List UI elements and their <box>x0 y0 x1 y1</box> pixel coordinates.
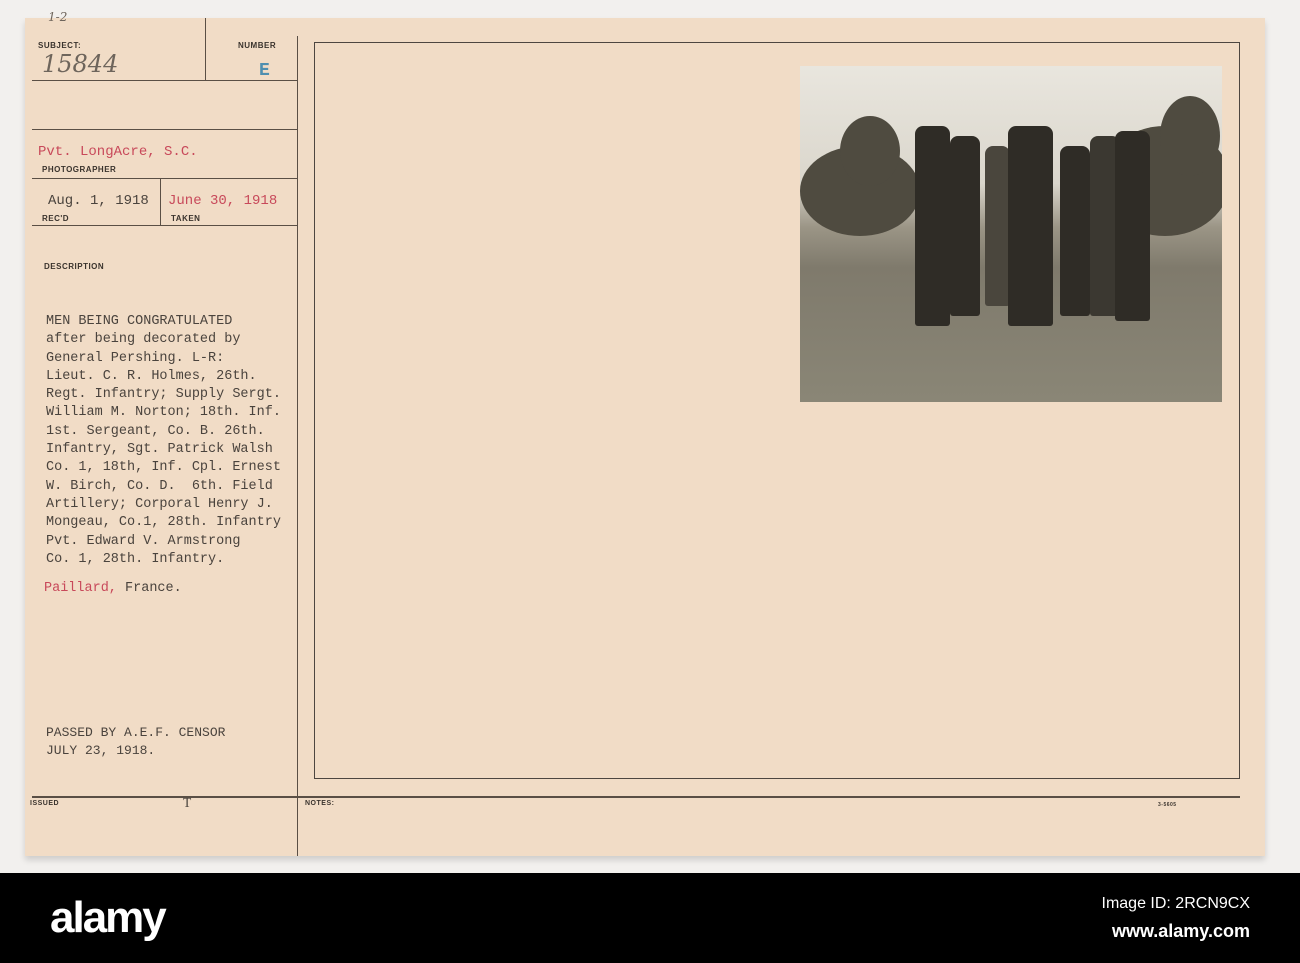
description-line: Artillery; Corporal Henry J. <box>46 496 273 512</box>
description-line: Co. 1, 28th. Infantry. <box>46 551 225 567</box>
issued-mark: T <box>183 795 192 810</box>
alamy-logo: alamy <box>50 893 167 942</box>
divider <box>32 178 297 179</box>
censor-stamp-line2: JULY 23, 1918. <box>46 743 156 758</box>
description-line: after being decorated by <box>46 332 241 348</box>
top-note: 1-2 <box>48 10 68 24</box>
description-line: Regt. Infantry; Supply Sergt. <box>46 387 281 403</box>
subject-label: SUBJECT: <box>38 41 82 50</box>
taken-label: TAKEN <box>171 214 201 223</box>
description-line: Pvt. Edward V. Armstrong <box>46 533 241 549</box>
divider <box>160 178 161 225</box>
description-line: W. Birch, Co. D. 6th. Field <box>46 478 273 494</box>
description-line: Mongeau, Co.1, 28th. Infantry <box>46 515 281 531</box>
description-line: General Pershing. L-R: <box>46 350 225 366</box>
photograph <box>800 66 1222 402</box>
alamy-url[interactable]: www.alamy.com <box>1112 921 1250 942</box>
notes-label: NOTES: <box>305 800 335 807</box>
number-value: E <box>259 61 270 81</box>
description-line: Lieut. C. R. Holmes, 26th. <box>46 368 257 384</box>
number-label: NUMBER <box>238 41 277 50</box>
location-country: France. <box>116 581 182 596</box>
column-divider <box>297 36 298 856</box>
description-line: Infantry, Sgt. Patrick Walsh <box>46 442 273 458</box>
issued-label: ISSUED <box>30 800 60 807</box>
location-place: Paillard, <box>44 581 117 596</box>
description-label: DESCRIPTION <box>44 262 105 271</box>
location: Paillard, France. <box>44 580 182 598</box>
subject-number: 15844 <box>42 50 119 78</box>
divider <box>32 80 297 81</box>
received-label: REC'D <box>42 214 70 223</box>
censor-stamp-line1: PASSED BY A.E.F. CENSOR <box>46 725 226 740</box>
photographer-label: PHOTOGRAPHER <box>42 165 117 174</box>
divider <box>32 225 297 226</box>
divider <box>205 18 206 80</box>
description-line: 1st. Sergeant, Co. B. 26th. <box>46 423 265 439</box>
description-line: Co. 1, 18th, Inf. Cpl. Ernest <box>46 460 281 476</box>
description-text: MEN BEING CONGRATULATED after being decor… <box>46 313 281 569</box>
description-line: William M. Norton; 18th. Inf. <box>46 405 281 421</box>
form-number: 3-5605 <box>1158 802 1177 808</box>
divider <box>32 129 297 130</box>
description-line: MEN BEING CONGRATULATED <box>46 314 233 329</box>
taken-date: June 30, 1918 <box>168 193 278 209</box>
notes-divider <box>32 796 1240 798</box>
received-date: Aug. 1, 1918 <box>48 193 149 209</box>
photographer-name: Pvt. LongAcre, S.C. <box>38 144 198 160</box>
watermark-footer: alamy Image ID: 2RCN9CX www.alamy.com <box>0 873 1300 963</box>
image-id: Image ID: 2RCN9CX <box>1101 895 1251 912</box>
